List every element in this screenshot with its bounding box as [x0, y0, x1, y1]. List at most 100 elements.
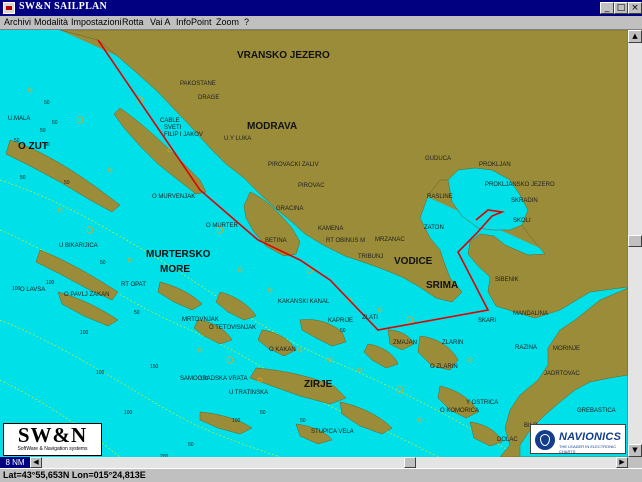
scroll-right-button[interactable]: ▶: [616, 457, 628, 468]
place-label: ZATON: [424, 225, 444, 231]
place-label: MRZANAC: [375, 237, 405, 243]
place-label: SVETI: [164, 125, 182, 131]
place-label: TRIBUNJ: [358, 254, 384, 260]
status-bar: Lat=43°55,653N Lon=015°24,813E: [0, 468, 642, 482]
menu-bar: Archivi Modalità Impostazioni Rotta Vai …: [0, 16, 642, 30]
menu-help[interactable]: ?: [244, 16, 249, 29]
depth-sounding: 50: [20, 175, 26, 181]
depth-sounding: 150: [150, 364, 159, 370]
place-label: KAMENA: [318, 226, 344, 232]
scroll-up-button[interactable]: ▲: [628, 30, 642, 43]
place-label: O ZLARIN: [430, 364, 458, 370]
navionics-logo: NAVIONICS THE LEADER IN ELECTRONIC CHART…: [530, 424, 626, 454]
place-label: RT OBINUS M: [326, 238, 366, 244]
place-label: MURTERSKO: [146, 249, 211, 260]
place-label: SRIMA: [426, 280, 459, 291]
depth-sounding: 50: [44, 142, 50, 148]
place-label: U.MALA: [8, 116, 31, 122]
place-label: STUPICA VELA: [311, 429, 354, 435]
minimize-button[interactable]: _: [600, 2, 614, 14]
place-label: O MURTER: [206, 223, 238, 229]
depth-sounding: 50: [40, 128, 46, 134]
depth-sounding: 100: [46, 280, 55, 286]
island-mid-3: [215, 291, 257, 321]
vertical-scroll-thumb[interactable]: [628, 235, 642, 247]
place-label: O MURVENJAK: [152, 194, 196, 200]
horizontal-scrollbar[interactable]: ◀ ▶: [30, 457, 628, 468]
menu-modalita[interactable]: Modalità: [34, 16, 68, 29]
place-label: RAZINA: [515, 345, 538, 351]
place-label: MANDALINA: [513, 311, 549, 317]
depth-sounding: 100: [12, 286, 21, 292]
place-label: SKOLI: [513, 218, 531, 224]
nautical-chart[interactable]: VRANSKO JEZERO PAKOSTANE DRAGE MODRAVA CABLE…: [0, 30, 628, 457]
depth-sounding: 50: [260, 410, 266, 416]
window-title: SW&N SAILPLAN: [19, 1, 108, 12]
place-label: SKRADIN: [511, 198, 538, 204]
place-label: DRAGE: [198, 95, 220, 101]
navionics-emblem-icon: [535, 430, 555, 450]
depth-sounding: 100: [232, 418, 241, 424]
place-label: VRANSKO JEZERO: [237, 50, 330, 61]
place-label: PROKLJANSKO JEZERO: [485, 182, 555, 188]
place-label: DOLAC: [497, 437, 518, 443]
vertical-scrollbar[interactable]: ▲ ▼: [628, 30, 642, 457]
place-label: ZLATI: [362, 315, 378, 321]
depth-sounding: 50: [64, 180, 70, 186]
place-label: PIROVACKI ZALIV: [268, 162, 319, 168]
depth-sounding: 50: [52, 120, 58, 126]
place-label: BETINA: [265, 238, 287, 244]
island-mid-2: [193, 319, 233, 345]
place-label: MRTOVNJAK: [182, 317, 219, 323]
land-areas: [5, 30, 628, 457]
menu-archivi[interactable]: Archivi: [4, 16, 31, 29]
place-label: PAKOSTANE: [180, 81, 216, 87]
close-button[interactable]: ×: [628, 2, 642, 14]
place-label: MODRAVA: [247, 121, 298, 132]
place-label: U BIKARIJICA: [59, 243, 98, 249]
swn-logo-tagline: SoftWare & Navigation systems: [17, 446, 88, 452]
menu-rotta[interactable]: Rotta: [122, 16, 144, 29]
place-label: VODICE: [394, 256, 433, 267]
navionics-logo-tagline: THE LEADER IN ELECTRONIC CHARTS: [559, 444, 617, 454]
place-label: SAMOGRADSKA VRATA: [180, 376, 248, 382]
menu-impostazioni[interactable]: Impostazioni: [71, 16, 122, 29]
place-label: Y OSTRICA: [466, 400, 499, 406]
menu-vai-a[interactable]: Vai A: [150, 16, 170, 29]
depth-sounding: 50: [188, 442, 194, 448]
place-label: CABLE: [160, 118, 180, 124]
swn-logo-name: SW&N: [17, 423, 88, 447]
island-south-4: [199, 411, 253, 435]
menu-infopoint[interactable]: InfoPoint: [176, 16, 212, 29]
app-icon[interactable]: [3, 2, 15, 14]
horizontal-scroll-thumb[interactable]: [404, 457, 416, 468]
depth-sounding: 50: [100, 260, 106, 266]
title-bar: SW&N SAILPLAN _ □ ×: [0, 0, 642, 16]
place-label: FILIP I JAKOV: [164, 132, 203, 138]
place-label: O KOMORICA: [440, 408, 480, 414]
place-label: PIROVAC: [298, 183, 325, 189]
scroll-left-button[interactable]: ◀: [30, 457, 42, 468]
scroll-down-button[interactable]: ▼: [628, 444, 642, 457]
depth-sounding: 50: [44, 100, 50, 106]
maximize-button[interactable]: □: [614, 2, 628, 14]
place-label: GREBASTICA: [577, 408, 616, 414]
place-label: RASLINE: [427, 194, 453, 200]
place-label: KAPRIJE: [328, 318, 354, 324]
place-label: PROKLJAN: [479, 162, 511, 168]
place-label: O TETOVISNJAK: [209, 325, 257, 331]
menu-zoom[interactable]: Zoom: [216, 16, 239, 29]
coordinates-readout: Lat=43°55,653N Lon=015°24,813E: [3, 470, 146, 480]
place-label: ZMAJAN: [393, 340, 417, 346]
place-label: ZLARIN: [442, 340, 464, 346]
place-label: O KAKAN: [269, 347, 296, 353]
scale-indicator: 8 NM: [0, 457, 30, 468]
depth-sounding: 150: [200, 376, 209, 382]
place-label: ZIRJE: [304, 379, 333, 390]
place-label: GUDUCA: [425, 156, 452, 162]
place-label: KAKANSKI KANAL: [278, 299, 330, 305]
place-label: JADRTOVAC: [544, 371, 580, 377]
depth-sounding: 50: [134, 310, 140, 316]
place-label: GRACINA: [276, 206, 304, 212]
depth-sounding: 50: [14, 138, 20, 144]
